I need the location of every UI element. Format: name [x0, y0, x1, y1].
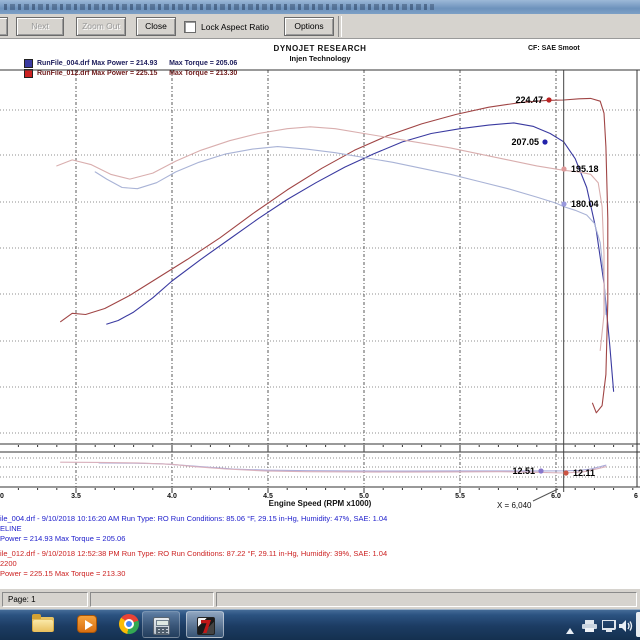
show-hidden-icons-arrow[interactable]	[566, 621, 574, 639]
run-info-line: ile_004.drf - 9/10/2018 10:16:20 AM Run …	[0, 514, 387, 524]
run-info-line: Power = 225.15 Max Torque = 213.30	[0, 569, 387, 579]
value-label: 180.04	[571, 199, 599, 209]
run-info-line: Power = 214.93 Max Torque = 205.06	[0, 534, 387, 544]
chrome-icon[interactable]	[118, 614, 140, 634]
data-point-dot	[563, 470, 568, 475]
curve-torque_runfile_012	[57, 127, 604, 351]
printer-icon[interactable]	[582, 619, 597, 637]
tray-item-partial[interactable]	[636, 612, 640, 637]
data-point-dot	[546, 97, 551, 102]
data-point-dot	[561, 166, 566, 171]
value-label: 195.18	[571, 164, 599, 174]
data-point-dot	[542, 139, 547, 144]
value-label: 12.11	[573, 468, 595, 478]
dyno-app-taskbar-slot[interactable]	[186, 611, 224, 638]
run-info-line: ELINE	[0, 524, 387, 534]
dyno-app-icon	[195, 616, 217, 636]
data-point-dot	[538, 468, 543, 473]
cursor-position-label: X = 6,040	[497, 501, 531, 510]
folder-icon[interactable]	[32, 614, 54, 634]
run-info-line: ile_012.drf - 9/10/2018 12:52:38 PM Run …	[0, 549, 387, 559]
curve-power_runfile_004	[107, 123, 614, 391]
media-player-icon[interactable]	[76, 614, 98, 634]
data-point-dot	[561, 201, 566, 206]
page-indicator: Page: 1	[2, 592, 88, 607]
desktop-screen: Next Zoom Out Close Lock Aspect Ratio Op…	[0, 0, 640, 640]
status-panel-2	[90, 592, 214, 607]
run-info-block: ile_004.drf - 9/10/2018 10:16:20 AM Run …	[0, 514, 387, 579]
value-label: 207.05	[511, 137, 539, 147]
dyno-graph-canvas[interactable]	[0, 0, 640, 512]
calculator-icon	[151, 616, 173, 636]
value-label: 12.51	[512, 466, 535, 476]
x-axis-title: Engine Speed (RPM x1000)	[0, 499, 640, 508]
status-panel-3	[216, 592, 637, 607]
display-icon[interactable]	[602, 619, 617, 637]
volume-icon[interactable]	[619, 619, 633, 637]
windows-taskbar	[0, 609, 640, 640]
calculator-taskbar-slot[interactable]	[142, 611, 180, 638]
run-info-line: 2200	[0, 559, 387, 569]
value-label: 224.47	[515, 95, 543, 105]
status-bar: Page: 1	[0, 588, 640, 610]
